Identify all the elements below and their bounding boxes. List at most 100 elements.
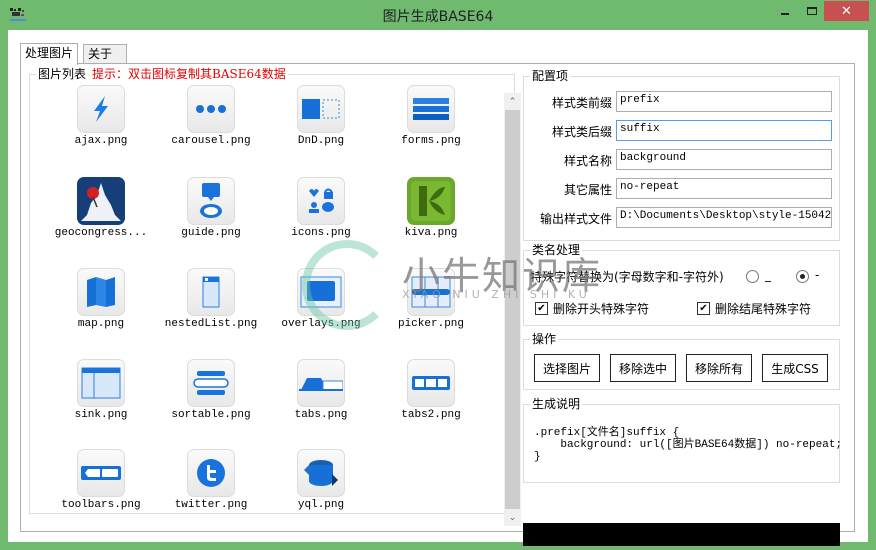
image-list-item[interactable]: guide.png (156, 177, 266, 257)
tabs-icon (297, 359, 345, 407)
checkbox-trim-trailing[interactable]: ✔ (697, 302, 710, 315)
image-list-item[interactable]: yql.png (266, 449, 376, 529)
maximize-icon (807, 7, 817, 15)
image-list-item[interactable]: geocongress... (46, 177, 156, 257)
trim-leading-label: 删除开头特殊字符 (553, 302, 650, 316)
image-list-item[interactable]: picker.png (376, 268, 486, 348)
dots-icon (187, 85, 235, 133)
image-list-item[interactable]: tabs.png (266, 359, 376, 439)
checkbox-trim-leading[interactable]: ✔ (535, 302, 548, 315)
image-list-item-label: yql.png (297, 499, 345, 511)
image-list-hint: 提示：双击图标复制其BASE64数据 (92, 67, 286, 81)
picker-icon (407, 268, 455, 316)
description-group: 生成说明 .prefix[文件名]suffix { background: ur… (523, 397, 843, 483)
nested-list-icon (187, 268, 235, 316)
maximize-button[interactable] (797, 1, 827, 21)
output-file-input[interactable]: D:\Documents\Desktop\style-15042611 (616, 207, 832, 228)
image-list-item[interactable]: kiva.png (376, 177, 486, 257)
other-attr-row: 其它属性 no-repeat (524, 178, 832, 200)
scroll-down-button[interactable]: ⌄ (504, 509, 521, 526)
description-code: .prefix[文件名]suffix { background: url([图片… (534, 427, 843, 463)
overlay-icon (297, 268, 345, 316)
sortable-icon (187, 359, 235, 407)
forms-icon (407, 85, 455, 133)
tab-about[interactable]: 关于 (83, 44, 127, 64)
tab-process-images[interactable]: 处理图片 (20, 43, 79, 65)
image-list-item-label: kiva.png (404, 227, 458, 239)
kiva-logo-icon (407, 177, 455, 225)
remove-selected-button[interactable]: 移除选中 (610, 354, 676, 382)
chevron-up-icon: ⌃ (508, 96, 517, 107)
close-button[interactable]: ✕ (824, 1, 869, 21)
image-list-item-label: nestedList.png (164, 318, 258, 330)
style-name-label: 样式名称 (563, 154, 612, 168)
close-icon: ✕ (841, 3, 852, 19)
status-bar (523, 523, 840, 546)
image-list-item[interactable]: nestedList.png (156, 268, 266, 348)
minimize-icon (781, 13, 789, 15)
prefix-label: 样式类前缀 (551, 96, 612, 110)
image-list-item-label: map.png (77, 318, 125, 330)
image-list-item[interactable]: sortable.png (156, 359, 266, 439)
image-list-item-label: overlays.png (281, 318, 361, 330)
image-list-item-label: guide.png (181, 227, 241, 239)
style-name-input[interactable]: background (616, 149, 832, 170)
image-list-item-label: DnD.png (297, 135, 345, 147)
generate-css-button[interactable]: 生成CSS (762, 354, 828, 382)
minimize-button[interactable] (770, 1, 800, 21)
image-list-item-label: toolbars.png (61, 499, 141, 511)
guide-icon (187, 177, 235, 225)
lightning-icon (77, 85, 125, 133)
image-list-item-label: ajax.png (74, 135, 128, 147)
image-list-item-label: geocongress... (54, 227, 148, 239)
image-list[interactable]: ajax.png carousel.png DnD.png forms.png geoc… (36, 85, 498, 531)
scroll-thumb[interactable] (505, 110, 520, 509)
image-list-item-label: sortable.png (171, 409, 251, 421)
capitol-pin-icon (77, 177, 125, 225)
image-list-item[interactable]: overlays.png (266, 268, 376, 348)
sink-window-icon (77, 359, 125, 407)
config-title: 配置项 (530, 69, 571, 83)
image-list-group: 图片列表 提示：双击图标复制其BASE64数据 ajax.png carousel.… (29, 67, 521, 526)
image-list-item[interactable]: tabs2.png (376, 359, 486, 439)
image-list-item[interactable]: sink.png (46, 359, 156, 439)
image-list-legend: 图片列表 提示：双击图标复制其BASE64数据 (36, 67, 288, 81)
drag-drop-icon (297, 85, 345, 133)
select-images-button[interactable]: 选择图片 (534, 354, 600, 382)
image-list-title: 图片列表 (38, 67, 87, 81)
style-name-row: 样式名称 background (524, 149, 832, 171)
config-group: 配置项 样式类前缀 prefix 样式类后缀 suffix 样式名称 backg… (523, 69, 840, 241)
trim-trailing-label: 删除结尾特殊字符 (715, 302, 812, 316)
radio-hyphen[interactable] (796, 270, 809, 283)
radio-underscore-label: _ (765, 268, 771, 282)
image-list-item[interactable]: carousel.png (156, 85, 266, 165)
image-list-item[interactable]: DnD.png (266, 85, 376, 165)
vertical-scrollbar[interactable]: ⌃ ⌄ (504, 93, 521, 526)
class-name-group: 类名处理 特殊字符替换为(字母数字和-字符外) _ - ✔ 删除开头特殊字符 ✔… (523, 243, 840, 326)
image-list-item[interactable]: icons.png (266, 177, 376, 257)
image-list-item[interactable]: twitter.png (156, 449, 266, 529)
window-title: 图片生成BASE64 (382, 9, 494, 25)
image-list-item[interactable]: ajax.png (46, 85, 156, 165)
suffix-row: 样式类后缀 suffix (524, 120, 832, 142)
other-attr-label: 其它属性 (563, 183, 612, 197)
yql-icon (297, 449, 345, 497)
map-icon (77, 268, 125, 316)
prefix-input[interactable]: prefix (616, 91, 832, 112)
image-list-item-label: tabs2.png (401, 409, 461, 421)
client-area: 处理图片 关于 图片列表 提示：双击图标复制其BASE64数据 ajax.png c… (8, 30, 868, 546)
image-list-item-label: carousel.png (171, 135, 251, 147)
remove-all-button[interactable]: 移除所有 (686, 354, 752, 382)
other-attr-input[interactable]: no-repeat (616, 178, 832, 199)
operations-title: 操作 (530, 332, 559, 346)
radio-hyphen-label: - (815, 268, 820, 282)
radio-underscore[interactable] (746, 270, 759, 283)
twitter-icon (187, 449, 235, 497)
image-list-item-label: tabs.png (294, 409, 348, 421)
suffix-input[interactable]: suffix (616, 120, 832, 141)
icons-grid-icon (297, 177, 345, 225)
image-list-item[interactable]: toolbars.png (46, 449, 156, 529)
scroll-up-button[interactable]: ⌃ (504, 93, 521, 110)
image-list-item[interactable]: forms.png (376, 85, 486, 165)
image-list-item[interactable]: map.png (46, 268, 156, 348)
